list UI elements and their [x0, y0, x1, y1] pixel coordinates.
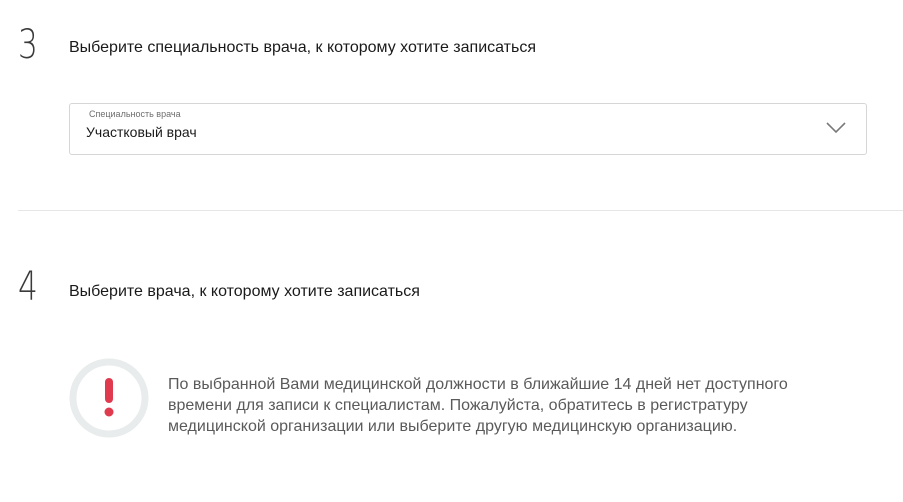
step-4-title: Выберите врача, к которому хотите записа…	[69, 283, 420, 300]
step-3-number: 3	[18, 22, 38, 68]
step-3-title: Выберите специальность врача, к которому…	[69, 39, 537, 56]
chevron-down-icon[interactable]	[826, 122, 846, 134]
step-4-number: 4	[18, 264, 38, 310]
exclamation-icon	[69, 358, 149, 438]
specialty-select[interactable]: Специальность врача Участковый врач	[69, 103, 867, 155]
page: 3 Выберите специальность врача, к которо…	[0, 0, 903, 502]
specialty-select-value: Участковый врач	[86, 124, 197, 140]
no-availability-message: По выбранной Вами медицинской должности …	[168, 376, 788, 435]
section-divider	[18, 210, 903, 211]
specialty-select-label: Специальность врача	[89, 109, 181, 119]
